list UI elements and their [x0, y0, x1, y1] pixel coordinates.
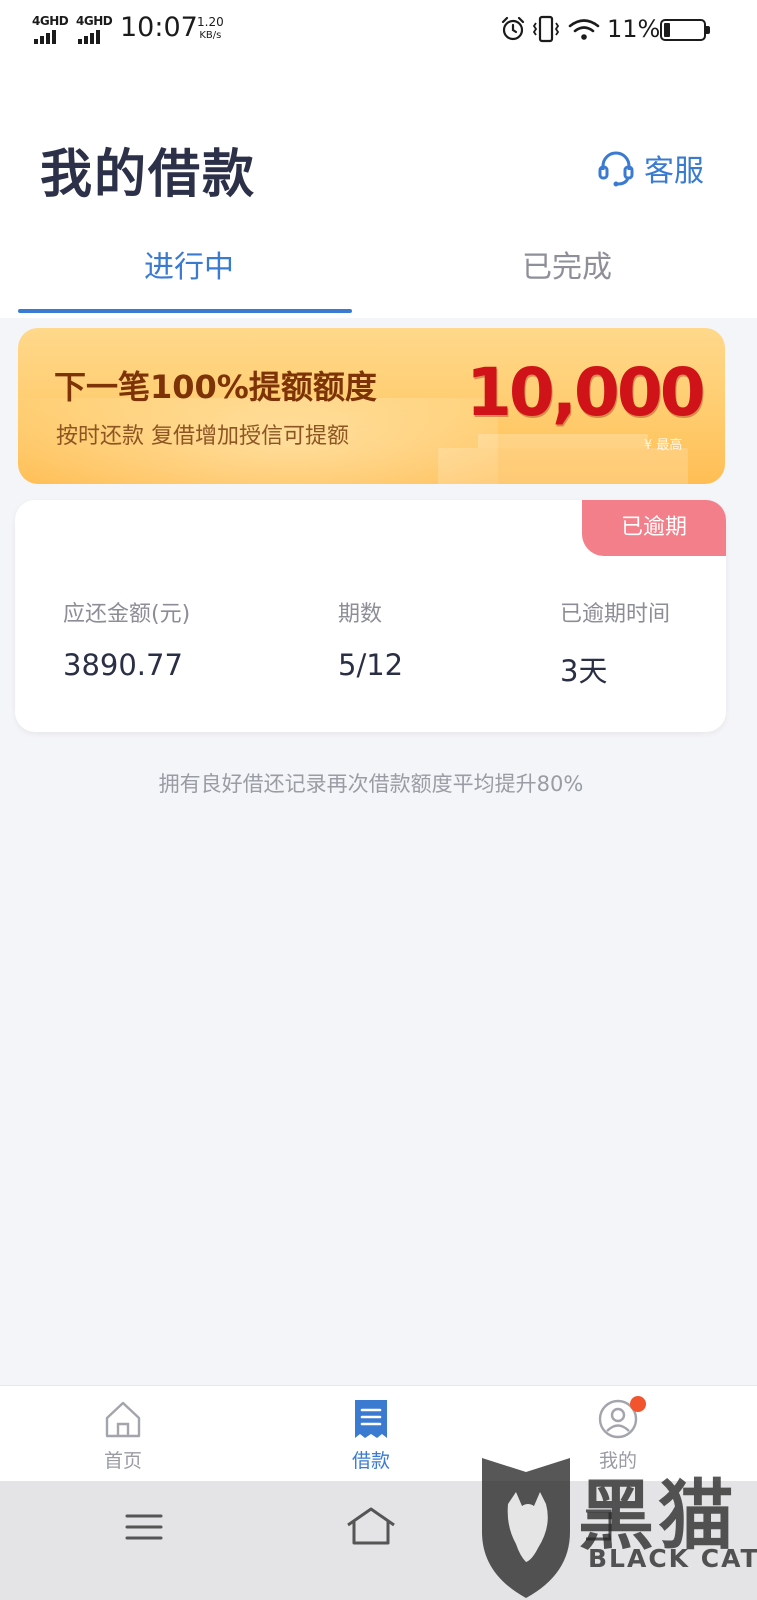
customer-service-button[interactable]: 客服: [596, 146, 704, 190]
tab-in-progress[interactable]: 进行中: [0, 240, 378, 316]
notification-dot: [630, 1396, 646, 1412]
home-icon[interactable]: [345, 1505, 397, 1547]
stat-overdue-days: 已逾期时间 3天: [560, 596, 670, 690]
banner-amount-caption: ¥ 最高: [644, 438, 683, 453]
wifi-icon: [568, 19, 600, 40]
black-cat-watermark: 黑猫 BLACK CAT: [476, 1452, 757, 1600]
nav-label: 首页: [103, 1450, 142, 1472]
speed-unit: KB/s: [199, 30, 222, 41]
stat-installments: 期数 5/12: [338, 596, 403, 682]
status-bar: 4GHD 4GHD 10:07 1.20 KB/s 11%: [0, 0, 757, 60]
customer-service-label: 客服: [644, 154, 704, 189]
overdue-badge: 已逾期: [582, 500, 726, 556]
stat-label: 已逾期时间: [560, 602, 671, 627]
nav-label: 借款: [351, 1450, 390, 1472]
stat-label: 应还金额(元): [63, 602, 191, 627]
stat-value: 3天: [560, 654, 608, 688]
network-type: 4GHD: [76, 14, 113, 28]
active-tab-indicator: [18, 309, 352, 313]
loan-card[interactable]: 已逾期 应还金额(元) 3890.77 期数 5/12 已逾期时间 3天: [15, 500, 726, 732]
speed-value: 1.20: [197, 15, 224, 29]
alarm-icon: [501, 16, 525, 41]
nav-loan[interactable]: 借款: [311, 1386, 431, 1482]
watermark-en: BLACK CAT: [588, 1544, 757, 1573]
page-title: 我的借款: [40, 145, 257, 205]
stat-label: 期数: [338, 602, 383, 627]
credit-tip: 拥有良好借还记录再次借款额度平均提升80%: [158, 772, 584, 796]
loan-status-tabs: 进行中 已完成: [0, 240, 757, 316]
network-speed: 1.20 KB/s: [197, 16, 224, 42]
home-icon: [105, 1401, 141, 1438]
stat-value: 3890.77: [63, 648, 183, 682]
status-time: 10:07: [120, 12, 198, 43]
promo-banner[interactable]: 下一笔100%提额额度 按时还款 复借增加授信可提额 10,000 ¥ 最高: [18, 328, 725, 484]
menu-icon[interactable]: [124, 1509, 164, 1545]
headset-icon: [598, 151, 634, 187]
vibrate-icon: [532, 15, 560, 43]
network-type: 4GHD: [32, 14, 69, 28]
nav-home[interactable]: 首页: [63, 1386, 183, 1482]
banner-title: 下一笔100%提额额度: [54, 368, 377, 406]
banner-amount: 10,000: [466, 354, 706, 431]
stat-value: 5/12: [338, 648, 404, 682]
tab-completed[interactable]: 已完成: [378, 240, 756, 316]
battery-icon: [660, 19, 710, 41]
banner-subtitle: 按时还款 复借增加授信可提额: [56, 424, 349, 449]
battery-percent: 11%: [607, 15, 661, 43]
cat-shield-logo: [482, 1458, 570, 1598]
stat-amount-due: 应还金额(元) 3890.77: [63, 596, 190, 682]
receipt-icon: [355, 1400, 387, 1438]
